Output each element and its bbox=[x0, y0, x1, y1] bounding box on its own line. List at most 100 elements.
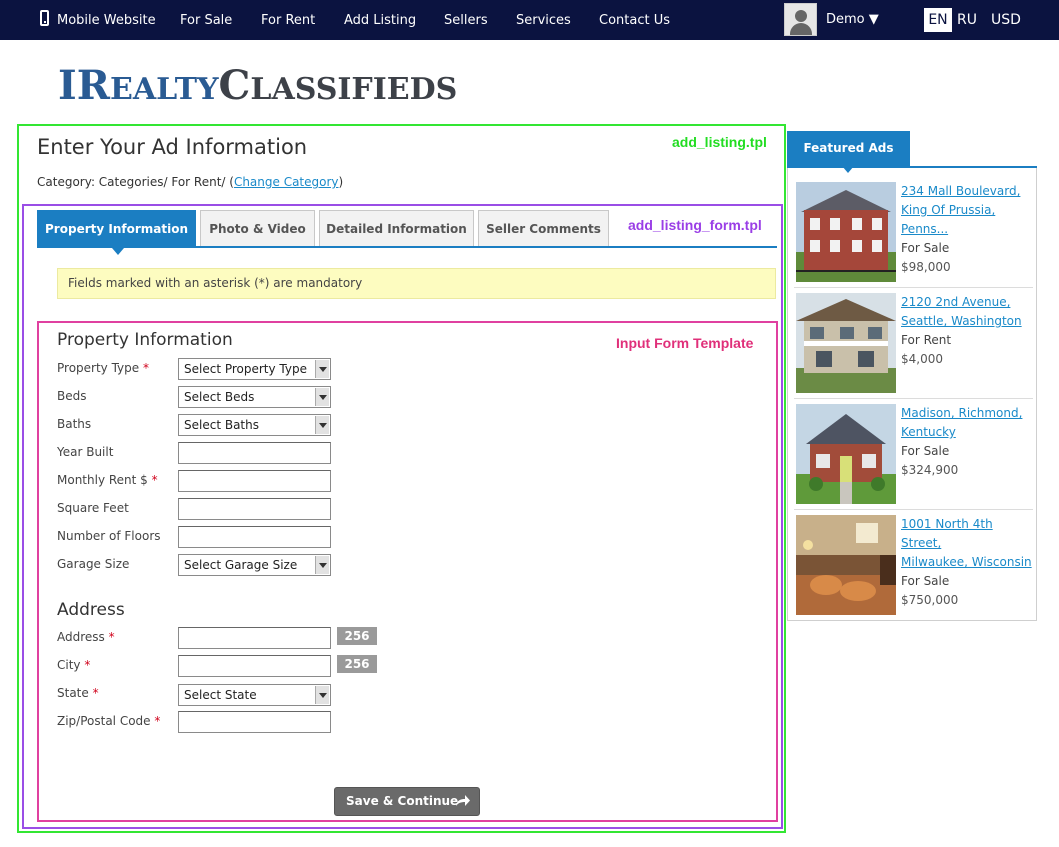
tab-photo-video[interactable]: Photo & Video bbox=[200, 210, 315, 246]
square-feet-input[interactable] bbox=[178, 498, 331, 520]
featured-ad-status: For Sale bbox=[901, 241, 950, 255]
nav-mobile-website[interactable]: Mobile Website bbox=[57, 13, 156, 28]
divider bbox=[794, 398, 1033, 399]
field-label-zip-postal-code: Zip/Postal Code * bbox=[57, 714, 161, 728]
section-title-property-information: Property Information bbox=[57, 330, 233, 350]
featured-ad-item: 1001 North 4th Street, Milwaukee, Wiscons… bbox=[796, 515, 1033, 615]
mobile-phone-icon[interactable] bbox=[40, 10, 49, 26]
change-category-link[interactable]: Change Category bbox=[234, 175, 339, 189]
featured-ad-link[interactable]: 234 Mall Boulevard, King Of Prussia, Penns… bbox=[901, 184, 1020, 236]
nav-add-listing[interactable]: Add Listing bbox=[344, 13, 416, 28]
field-label-baths: Baths bbox=[57, 417, 92, 431]
featured-ad-price: $324,900 bbox=[901, 463, 959, 477]
dropdown-arrow-icon bbox=[315, 416, 329, 434]
featured-ad-price: $750,000 bbox=[901, 593, 959, 607]
address-input[interactable] bbox=[178, 627, 331, 649]
field-label-garage-size: Garage Size bbox=[57, 557, 130, 571]
template-outline-input-form bbox=[37, 321, 778, 822]
annotation-input-form-template: Input Form Template bbox=[616, 335, 754, 351]
nav-for-sale[interactable]: For Sale bbox=[180, 13, 232, 28]
featured-ad-item: 234 Mall Boulevard, King Of Prussia, Penns… bbox=[796, 182, 1033, 282]
listing-photo[interactable] bbox=[796, 515, 896, 615]
field-label-monthly-rent: Monthly Rent $ * bbox=[57, 473, 158, 487]
page-title: Enter Your Ad Information bbox=[37, 135, 308, 159]
featured-ad-status: For Sale bbox=[901, 574, 950, 588]
property-type-select[interactable]: Select Property Type bbox=[178, 358, 331, 380]
featured-ad-status: For Sale bbox=[901, 444, 950, 458]
listing-photo[interactable] bbox=[796, 293, 896, 393]
logo-text: EALTY bbox=[109, 72, 219, 107]
annotation-add-listing-form-tpl: add_listing_form.tpl bbox=[628, 217, 762, 233]
tab-property-information[interactable]: Property Information bbox=[37, 210, 196, 255]
logo-text: LASSIFIEDS bbox=[250, 72, 458, 107]
top-navigation-bar: Mobile Website For Sale For Rent Add Lis… bbox=[0, 0, 1059, 40]
city-input[interactable] bbox=[178, 655, 331, 677]
field-label-beds: Beds bbox=[57, 389, 87, 403]
annotation-add-listing-tpl: add_listing.tpl bbox=[672, 134, 767, 150]
featured-ad-link[interactable]: Madison, Richmond, Kentucky bbox=[901, 406, 1022, 439]
avatar-head bbox=[795, 10, 807, 22]
field-label-property-type: Property Type * bbox=[57, 361, 149, 375]
featured-ad-price: $98,000 bbox=[901, 260, 951, 274]
field-label-address: Address * bbox=[57, 630, 115, 644]
beds-select[interactable]: Select Beds bbox=[178, 386, 331, 408]
user-menu-dropdown[interactable]: Demo ▼ bbox=[826, 12, 879, 27]
dropdown-arrow-icon bbox=[315, 686, 329, 704]
nav-contact-us[interactable]: Contact Us bbox=[599, 13, 670, 28]
field-label-number-of-floors: Number of Floors bbox=[57, 529, 161, 543]
language-ru[interactable]: RU bbox=[957, 12, 977, 28]
language-en[interactable]: EN bbox=[924, 8, 952, 32]
number-of-floors-input[interactable] bbox=[178, 526, 331, 548]
featured-ad-status: For Rent bbox=[901, 333, 952, 347]
logo-letter: I bbox=[58, 62, 77, 109]
year-built-input[interactable] bbox=[178, 442, 331, 464]
nav-sellers[interactable]: Sellers bbox=[444, 13, 488, 28]
category-breadcrumb: Category: Categories/ For Rent/ (Change … bbox=[37, 175, 343, 189]
state-select[interactable]: Select State bbox=[178, 684, 331, 706]
tab-detailed-information[interactable]: Detailed Information bbox=[319, 210, 474, 246]
address-char-counter: 256 bbox=[337, 627, 377, 645]
field-label-city: City * bbox=[57, 658, 91, 672]
save-continue-button[interactable]: Save & Continue bbox=[334, 787, 480, 816]
field-label-year-built: Year Built bbox=[57, 445, 114, 459]
featured-ad-item: Madison, Richmond, Kentucky For Sale $324… bbox=[796, 404, 1033, 504]
divider bbox=[794, 509, 1033, 510]
garage-size-select[interactable]: Select Garage Size bbox=[178, 554, 331, 576]
featured-ad-link[interactable]: 2120 2nd Avenue, Seattle, Washington bbox=[901, 295, 1022, 328]
featured-ad-item: 2120 2nd Avenue, Seattle, Washington For … bbox=[796, 293, 1033, 393]
arrow-right-icon bbox=[456, 795, 470, 806]
listing-photo[interactable] bbox=[796, 182, 896, 282]
featured-ad-price: $4,000 bbox=[901, 352, 943, 366]
field-label-square-feet: Square Feet bbox=[57, 501, 129, 515]
logo-letter: R bbox=[76, 62, 110, 109]
mandatory-fields-notice: Fields marked with an asterisk (*) are m… bbox=[57, 268, 776, 299]
featured-ad-info: 234 Mall Boulevard, King Of Prussia, Penns… bbox=[901, 182, 1036, 277]
logo-letter: C bbox=[218, 62, 251, 109]
dropdown-arrow-icon bbox=[315, 360, 329, 378]
currency-selector[interactable]: USD bbox=[991, 12, 1021, 28]
tab-seller-comments[interactable]: Seller Comments bbox=[478, 210, 609, 246]
site-logo[interactable]: IREALTYCLASSIFIEDS bbox=[58, 62, 457, 109]
user-avatar[interactable] bbox=[784, 3, 817, 36]
featured-ad-info: 2120 2nd Avenue, Seattle, Washington For … bbox=[901, 293, 1036, 369]
listing-photo[interactable] bbox=[796, 404, 896, 504]
tabs-underline bbox=[37, 246, 777, 248]
nav-for-rent[interactable]: For Rent bbox=[261, 13, 315, 28]
save-continue-label: Save & Continue bbox=[346, 794, 459, 808]
baths-select[interactable]: Select Baths bbox=[178, 414, 331, 436]
featured-ad-info: 1001 North 4th Street, Milwaukee, Wiscons… bbox=[901, 515, 1036, 610]
monthly-rent-input[interactable] bbox=[178, 470, 331, 492]
featured-ads-tab[interactable]: Featured Ads bbox=[787, 131, 910, 173]
city-char-counter: 256 bbox=[337, 655, 377, 673]
featured-ad-link[interactable]: 1001 North 4th Street, Milwaukee, Wiscons… bbox=[901, 517, 1032, 569]
featured-ad-info: Madison, Richmond, Kentucky For Sale $324… bbox=[901, 404, 1036, 480]
nav-services[interactable]: Services bbox=[516, 13, 571, 28]
dropdown-arrow-icon bbox=[315, 388, 329, 406]
dropdown-arrow-icon bbox=[315, 556, 329, 574]
category-suffix: ) bbox=[338, 175, 344, 189]
field-label-state: State * bbox=[57, 686, 99, 700]
divider bbox=[794, 287, 1033, 288]
avatar-body bbox=[790, 23, 812, 35]
zip-postal-code-input[interactable] bbox=[178, 711, 331, 733]
category-path: Category: Categories/ For Rent/ ( bbox=[37, 175, 234, 189]
